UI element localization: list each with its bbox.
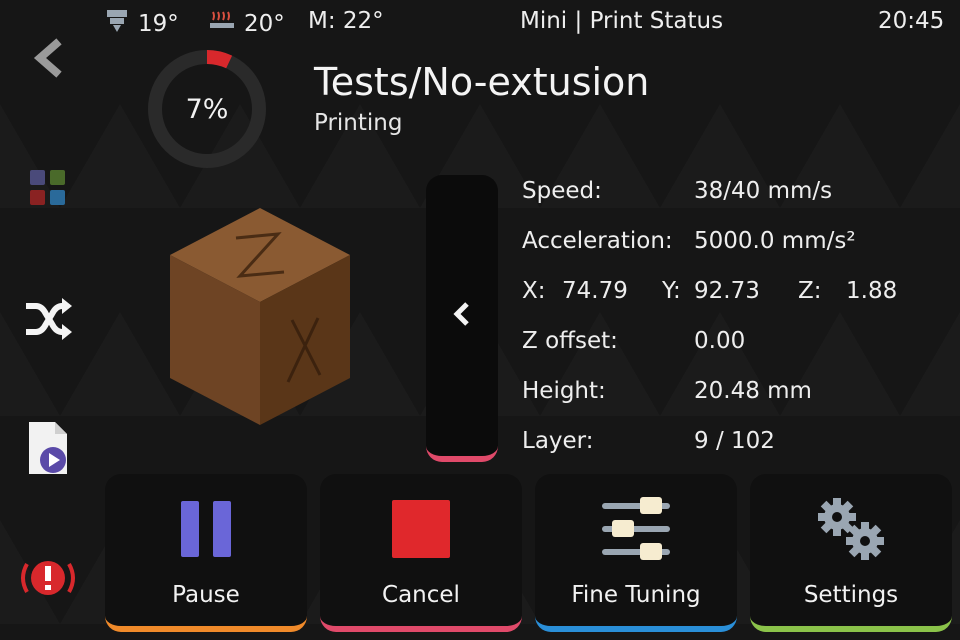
pause-label: Pause (172, 582, 240, 608)
action-bar: Pause Cancel Fine Tuning Settings (105, 474, 952, 632)
side-nav (0, 38, 96, 640)
fine-tuning-label: Fine Tuning (571, 582, 701, 608)
pause-button[interactable]: Pause (105, 474, 307, 632)
stop-icon (391, 498, 451, 560)
top-bar: 19° 20° M: 22° Mini | Print Status 20:45 (0, 0, 960, 46)
speed-value: 38/40 mm/s (694, 178, 833, 204)
cancel-button[interactable]: Cancel (320, 474, 522, 632)
layer-value: 9 / 102 (694, 428, 775, 454)
progress-percent: 7% (185, 93, 229, 125)
print-status-screen: 19° 20° M: 22° Mini | Print Status 20:45 (0, 0, 960, 640)
main-menu-button[interactable] (18, 160, 78, 220)
fine-tuning-button[interactable]: Fine Tuning (535, 474, 737, 632)
model-thumbnail (160, 200, 360, 435)
zoffset-value: 0.00 (694, 328, 746, 354)
pause-icon (179, 498, 233, 560)
sliders-icon (600, 497, 672, 560)
clock: 20:45 (878, 8, 945, 34)
x-position: 74.79 (562, 278, 628, 304)
gears-icon (813, 498, 889, 560)
back-button[interactable] (18, 30, 78, 90)
chevron-left-icon (451, 300, 473, 332)
screen-title: Mini | Print Status (520, 8, 724, 34)
height-value: 20.48 mm (694, 378, 812, 404)
cancel-label: Cancel (382, 582, 460, 608)
settings-button[interactable]: Settings (750, 474, 952, 632)
job-filename: Tests/No-extusion (314, 60, 650, 104)
emergency-stop-button[interactable] (18, 550, 78, 610)
print-files-button[interactable] (18, 420, 78, 480)
emergency-stop-icon (18, 556, 78, 604)
job-state: Printing (314, 110, 403, 136)
extruder-temp: 19° (104, 8, 179, 40)
settings-label: Settings (803, 582, 899, 608)
expand-panel-button[interactable] (426, 175, 498, 462)
heated-bed-icon (208, 8, 236, 40)
back-arrow-icon (30, 38, 66, 82)
mcu-temp: M: 22° (308, 8, 384, 34)
position-row: X: 74.79 Y: 92.73 Z: 1.88 (522, 278, 898, 304)
macros-button[interactable] (18, 290, 78, 350)
extruder-icon (104, 8, 130, 40)
bed-temp: 20° (208, 8, 285, 40)
acceleration-value: 5000.0 mm/s² (694, 228, 856, 254)
shuffle-icon (22, 292, 74, 348)
z-position: 1.88 (846, 278, 898, 304)
file-play-icon (23, 418, 73, 482)
y-position: 92.73 (694, 278, 760, 304)
grid-menu-icon (28, 168, 68, 212)
